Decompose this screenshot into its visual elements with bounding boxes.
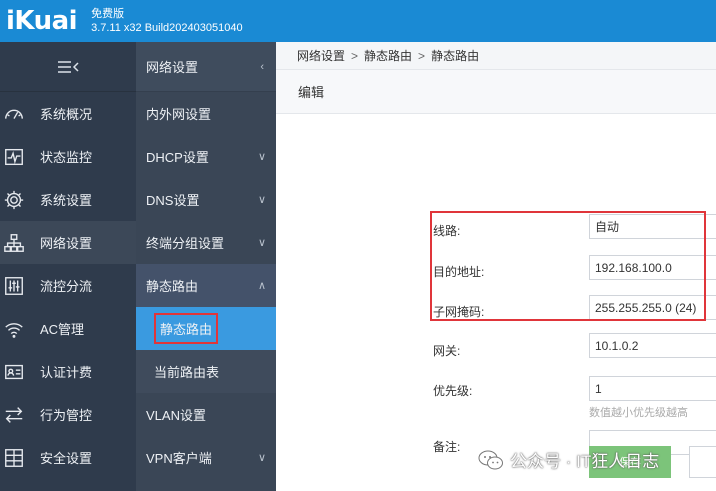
sidebar-item-label: 系统概况 xyxy=(40,107,93,122)
sidebar-toggle-button[interactable] xyxy=(0,42,136,92)
build-label: 3.7.11 x32 Build202403051040 xyxy=(91,22,243,34)
sidebar-item-auth[interactable]: 认证计费 xyxy=(0,350,136,393)
id-card-icon xyxy=(2,360,26,384)
submenu-item-label: DNS设置 xyxy=(146,193,200,208)
sidebar-item-system[interactable]: 系统设置 xyxy=(0,178,136,221)
arrows-icon xyxy=(2,403,26,427)
sidebar-item-label: 行为管控 xyxy=(40,408,93,423)
submenu-title: 网络设置 xyxy=(146,60,199,75)
submenu-item-label: 静态路由 xyxy=(146,279,199,294)
top-header: iKuai 免费版 3.7.11 x32 Build202403051040 xyxy=(0,0,716,42)
gateway-label: 网关: xyxy=(433,344,461,358)
priority-hint: 数值越小优先级越高 xyxy=(589,407,688,419)
breadcrumb-item[interactable]: 静态路由 xyxy=(364,47,412,64)
sidebar-item-network[interactable]: 网络设置 xyxy=(0,221,136,264)
shield-grid-icon xyxy=(2,446,26,470)
chevron-down-icon: ∨ xyxy=(257,452,266,464)
breadcrumb-item[interactable]: 网络设置 xyxy=(297,47,345,64)
submenu-child-static-route[interactable]: 静态路由 xyxy=(136,307,276,350)
submenu-item-terminal-group[interactable]: 终端分组设置 ∨ xyxy=(136,221,276,264)
gear-icon xyxy=(2,188,26,212)
network-icon xyxy=(2,231,26,255)
edit-form: 线路: 自动 目的地址: 192.168.100.0 子网掩码: 255.255… xyxy=(276,114,716,491)
submenu-item-label: 内外网设置 xyxy=(146,107,212,122)
sidebar-item-behavior[interactable]: 行为管控 xyxy=(0,393,136,436)
breadcrumb-separator: > xyxy=(418,48,426,63)
submenu-item-vlan[interactable]: VLAN设置 xyxy=(136,393,276,436)
sidebar-item-label: 流控分流 xyxy=(40,279,93,294)
secondary-button[interactable] xyxy=(689,446,716,478)
sidebar-item-label: 安全设置 xyxy=(40,451,93,466)
monitor-icon xyxy=(2,145,26,169)
sliders-icon xyxy=(2,274,26,298)
version-info: 免费版 3.7.11 x32 Build202403051040 xyxy=(91,7,243,35)
sidebar-item-flow[interactable]: 流控分流 xyxy=(0,264,136,307)
breadcrumb: 网络设置 > 静态路由 > 静态路由 xyxy=(276,42,716,70)
submenu-item-lan-wan[interactable]: 内外网设置 xyxy=(136,92,276,135)
ikuai-logo: iKuai xyxy=(6,6,78,36)
wechat-icon xyxy=(478,450,503,469)
submenu-item-static-route[interactable]: 静态路由 ∧ xyxy=(136,264,276,307)
chevron-down-icon: ∨ xyxy=(257,194,266,206)
submenu-item-label: VLAN设置 xyxy=(146,408,206,423)
sidebar-item-label: 认证计费 xyxy=(40,365,93,380)
sidebar-item-label: 状态监控 xyxy=(40,150,93,165)
breadcrumb-separator: > xyxy=(351,48,359,63)
breadcrumb-item-current: 静态路由 xyxy=(431,49,480,63)
sidebar-item-ac[interactable]: AC管理 xyxy=(0,307,136,350)
sidebar-item-monitor[interactable]: 状态监控 xyxy=(0,135,136,178)
note-label: 备注: xyxy=(433,440,461,454)
sidebar-item-label: AC管理 xyxy=(40,322,85,337)
gateway-input[interactable]: 10.1.0.2 xyxy=(589,333,716,358)
submenu-header[interactable]: 网络设置 ‹ xyxy=(136,42,276,92)
network-submenu: 网络设置 ‹ 内外网设置 DHCP设置 ∨ DNS设置 ∨ 终端分组设置 ∨ 静… xyxy=(136,42,276,491)
panel-title: 编辑 xyxy=(276,70,716,114)
submenu-item-vpn-client[interactable]: VPN客户端 ∨ xyxy=(136,436,276,479)
submenu-item-dns[interactable]: DNS设置 ∨ xyxy=(136,178,276,221)
priority-label: 优先级: xyxy=(433,384,473,398)
submenu-item-dhcp[interactable]: DHCP设置 ∨ xyxy=(136,135,276,178)
watermark: 公众号 · IT狂人日志 xyxy=(478,447,659,472)
sidebar-item-security[interactable]: 安全设置 xyxy=(0,436,136,479)
submenu-child-label: 静态路由 xyxy=(160,322,213,337)
main-sidebar: 系统概况 状态监控 系统设置 网络设置 流控分流 AC管理 认证计费 行为管控 … xyxy=(0,42,136,491)
highlight-box: 静态路由 xyxy=(154,313,219,344)
chevron-down-icon: ∨ xyxy=(257,151,266,163)
sidebar-item-overview[interactable]: 系统概况 xyxy=(0,92,136,135)
edition-label: 免费版 xyxy=(91,8,125,20)
submenu-child-label: 当前路由表 xyxy=(154,365,220,380)
watermark-text: 公众号 · IT狂人日志 xyxy=(510,452,660,471)
main-content: 网络设置 > 静态路由 > 静态路由 编辑 线路: 自动 目的地址: 192.1… xyxy=(276,42,716,491)
sidebar-item-label: 网络设置 xyxy=(40,236,93,251)
submenu-item-label: VPN客户端 xyxy=(146,451,212,466)
chevron-up-icon: ∧ xyxy=(257,280,266,292)
highlight-frame xyxy=(430,211,706,321)
dashboard-icon xyxy=(2,102,26,126)
chevron-left-icon[interactable]: ‹ xyxy=(260,61,264,73)
submenu-item-label: 终端分组设置 xyxy=(146,236,225,251)
wifi-icon xyxy=(2,317,26,341)
priority-input[interactable]: 1 xyxy=(589,376,716,401)
chevron-down-icon: ∨ xyxy=(257,237,266,249)
submenu-item-label: DHCP设置 xyxy=(146,150,209,165)
collapse-menu-icon xyxy=(58,60,79,73)
sidebar-item-label: 系统设置 xyxy=(40,193,93,208)
submenu-child-route-table[interactable]: 当前路由表 xyxy=(136,350,276,393)
